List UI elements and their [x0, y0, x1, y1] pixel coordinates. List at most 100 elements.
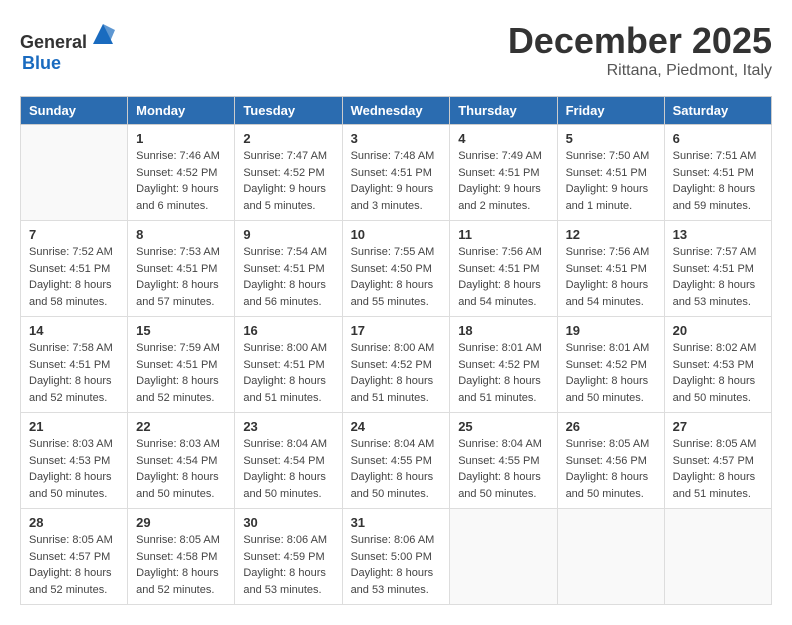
- day-info: Sunrise: 7:48 AMSunset: 4:51 PMDaylight:…: [351, 148, 442, 214]
- day-number: 16: [243, 323, 333, 338]
- day-info: Sunrise: 8:03 AMSunset: 4:53 PMDaylight:…: [29, 436, 119, 502]
- calendar-day-cell: [21, 125, 128, 221]
- day-info: Sunrise: 7:52 AMSunset: 4:51 PMDaylight:…: [29, 244, 119, 310]
- calendar-day-cell: 4 Sunrise: 7:49 AMSunset: 4:51 PMDaylight…: [450, 125, 557, 221]
- calendar-week-row: 7 Sunrise: 7:52 AMSunset: 4:51 PMDaylight…: [21, 221, 772, 317]
- day-number: 29: [136, 515, 226, 530]
- day-number: 10: [351, 227, 442, 242]
- calendar-day-cell: [664, 509, 771, 605]
- day-number: 28: [29, 515, 119, 530]
- day-info: Sunrise: 8:01 AMSunset: 4:52 PMDaylight:…: [458, 340, 548, 406]
- day-number: 27: [673, 419, 763, 434]
- day-number: 12: [566, 227, 656, 242]
- day-number: 2: [243, 131, 333, 146]
- day-number: 11: [458, 227, 548, 242]
- logo-general: General: [20, 32, 87, 52]
- calendar-day-cell: 29 Sunrise: 8:05 AMSunset: 4:58 PMDayligh…: [128, 509, 235, 605]
- calendar-day-cell: 14 Sunrise: 7:58 AMSunset: 4:51 PMDayligh…: [21, 317, 128, 413]
- day-info: Sunrise: 7:56 AMSunset: 4:51 PMDaylight:…: [458, 244, 548, 310]
- calendar-day-cell: [450, 509, 557, 605]
- day-info: Sunrise: 8:04 AMSunset: 4:54 PMDaylight:…: [243, 436, 333, 502]
- day-info: Sunrise: 7:50 AMSunset: 4:51 PMDaylight:…: [566, 148, 656, 214]
- day-info: Sunrise: 7:46 AMSunset: 4:52 PMDaylight:…: [136, 148, 226, 214]
- day-info: Sunrise: 7:57 AMSunset: 4:51 PMDaylight:…: [673, 244, 763, 310]
- weekday-header: Saturday: [664, 97, 771, 125]
- weekday-header: Wednesday: [342, 97, 450, 125]
- weekday-header: Friday: [557, 97, 664, 125]
- calendar-header-row: SundayMondayTuesdayWednesdayThursdayFrid…: [21, 97, 772, 125]
- day-info: Sunrise: 8:05 AMSunset: 4:57 PMDaylight:…: [673, 436, 763, 502]
- weekday-header: Tuesday: [235, 97, 342, 125]
- day-number: 22: [136, 419, 226, 434]
- calendar-day-cell: 9 Sunrise: 7:54 AMSunset: 4:51 PMDaylight…: [235, 221, 342, 317]
- day-info: Sunrise: 8:03 AMSunset: 4:54 PMDaylight:…: [136, 436, 226, 502]
- weekday-header: Thursday: [450, 97, 557, 125]
- day-number: 26: [566, 419, 656, 434]
- day-number: 3: [351, 131, 442, 146]
- calendar-day-cell: 30 Sunrise: 8:06 AMSunset: 4:59 PMDayligh…: [235, 509, 342, 605]
- calendar-day-cell: 16 Sunrise: 8:00 AMSunset: 4:51 PMDayligh…: [235, 317, 342, 413]
- day-number: 20: [673, 323, 763, 338]
- day-number: 5: [566, 131, 656, 146]
- weekday-header: Sunday: [21, 97, 128, 125]
- calendar-day-cell: 21 Sunrise: 8:03 AMSunset: 4:53 PMDayligh…: [21, 413, 128, 509]
- calendar-day-cell: 7 Sunrise: 7:52 AMSunset: 4:51 PMDaylight…: [21, 221, 128, 317]
- day-number: 9: [243, 227, 333, 242]
- day-info: Sunrise: 8:06 AMSunset: 4:59 PMDaylight:…: [243, 532, 333, 598]
- day-number: 21: [29, 419, 119, 434]
- day-number: 14: [29, 323, 119, 338]
- calendar-day-cell: 28Sunrise: 8:05 AMSunset: 4:57 PMDayligh…: [21, 509, 128, 605]
- day-info: Sunrise: 7:53 AMSunset: 4:51 PMDaylight:…: [136, 244, 226, 310]
- day-info: Sunrise: 8:04 AMSunset: 4:55 PMDaylight:…: [351, 436, 442, 502]
- title-section: December 2025 Rittana, Piedmont, Italy: [508, 20, 772, 80]
- calendar-day-cell: 19 Sunrise: 8:01 AMSunset: 4:52 PMDayligh…: [557, 317, 664, 413]
- calendar-table: SundayMondayTuesdayWednesdayThursdayFrid…: [20, 96, 772, 605]
- calendar-week-row: 21 Sunrise: 8:03 AMSunset: 4:53 PMDayligh…: [21, 413, 772, 509]
- day-number: 19: [566, 323, 656, 338]
- day-info: Sunrise: 7:54 AMSunset: 4:51 PMDaylight:…: [243, 244, 333, 310]
- day-info: Sunrise: 7:56 AMSunset: 4:51 PMDaylight:…: [566, 244, 656, 310]
- day-number: 7: [29, 227, 119, 242]
- day-info: Sunrise: 8:06 AMSunset: 5:00 PMDaylight:…: [351, 532, 442, 598]
- calendar-day-cell: 25 Sunrise: 8:04 AMSunset: 4:55 PMDayligh…: [450, 413, 557, 509]
- calendar-day-cell: 11 Sunrise: 7:56 AMSunset: 4:51 PMDayligh…: [450, 221, 557, 317]
- day-info: Sunrise: 8:00 AMSunset: 4:51 PMDaylight:…: [243, 340, 333, 406]
- day-info: Sunrise: 8:05 AMSunset: 4:58 PMDaylight:…: [136, 532, 226, 598]
- calendar-day-cell: 10Sunrise: 7:55 AMSunset: 4:50 PMDayligh…: [342, 221, 450, 317]
- calendar-day-cell: 20Sunrise: 8:02 AMSunset: 4:53 PMDayligh…: [664, 317, 771, 413]
- day-number: 8: [136, 227, 226, 242]
- calendar-day-cell: 2 Sunrise: 7:47 AMSunset: 4:52 PMDaylight…: [235, 125, 342, 221]
- page-header: General Blue December 2025 Rittana, Pied…: [20, 20, 772, 80]
- day-info: Sunrise: 8:00 AMSunset: 4:52 PMDaylight:…: [351, 340, 442, 406]
- logo-blue: Blue: [22, 53, 61, 73]
- calendar-day-cell: 17 Sunrise: 8:00 AMSunset: 4:52 PMDayligh…: [342, 317, 450, 413]
- day-number: 4: [458, 131, 548, 146]
- calendar-day-cell: 6Sunrise: 7:51 AMSunset: 4:51 PMDaylight…: [664, 125, 771, 221]
- day-info: Sunrise: 8:04 AMSunset: 4:55 PMDaylight:…: [458, 436, 548, 502]
- day-number: 1: [136, 131, 226, 146]
- day-info: Sunrise: 7:58 AMSunset: 4:51 PMDaylight:…: [29, 340, 119, 406]
- location-title: Rittana, Piedmont, Italy: [508, 62, 772, 80]
- day-number: 30: [243, 515, 333, 530]
- day-info: Sunrise: 7:59 AMSunset: 4:51 PMDaylight:…: [136, 340, 226, 406]
- logo-icon: [89, 20, 117, 48]
- day-number: 17: [351, 323, 442, 338]
- calendar-day-cell: 13 Sunrise: 7:57 AMSunset: 4:51 PMDayligh…: [664, 221, 771, 317]
- calendar-day-cell: 5 Sunrise: 7:50 AMSunset: 4:51 PMDaylight…: [557, 125, 664, 221]
- day-info: Sunrise: 7:47 AMSunset: 4:52 PMDaylight:…: [243, 148, 333, 214]
- day-number: 25: [458, 419, 548, 434]
- day-number: 23: [243, 419, 333, 434]
- logo: General Blue: [20, 20, 117, 74]
- day-number: 6: [673, 131, 763, 146]
- calendar-week-row: 14 Sunrise: 7:58 AMSunset: 4:51 PMDayligh…: [21, 317, 772, 413]
- calendar-day-cell: 23 Sunrise: 8:04 AMSunset: 4:54 PMDayligh…: [235, 413, 342, 509]
- calendar-day-cell: 24 Sunrise: 8:04 AMSunset: 4:55 PMDayligh…: [342, 413, 450, 509]
- day-number: 24: [351, 419, 442, 434]
- day-number: 13: [673, 227, 763, 242]
- calendar-week-row: 1 Sunrise: 7:46 AMSunset: 4:52 PMDaylight…: [21, 125, 772, 221]
- day-info: Sunrise: 8:01 AMSunset: 4:52 PMDaylight:…: [566, 340, 656, 406]
- month-title: December 2025: [508, 20, 772, 62]
- day-info: Sunrise: 7:49 AMSunset: 4:51 PMDaylight:…: [458, 148, 548, 214]
- day-number: 18: [458, 323, 548, 338]
- calendar-week-row: 28Sunrise: 8:05 AMSunset: 4:57 PMDayligh…: [21, 509, 772, 605]
